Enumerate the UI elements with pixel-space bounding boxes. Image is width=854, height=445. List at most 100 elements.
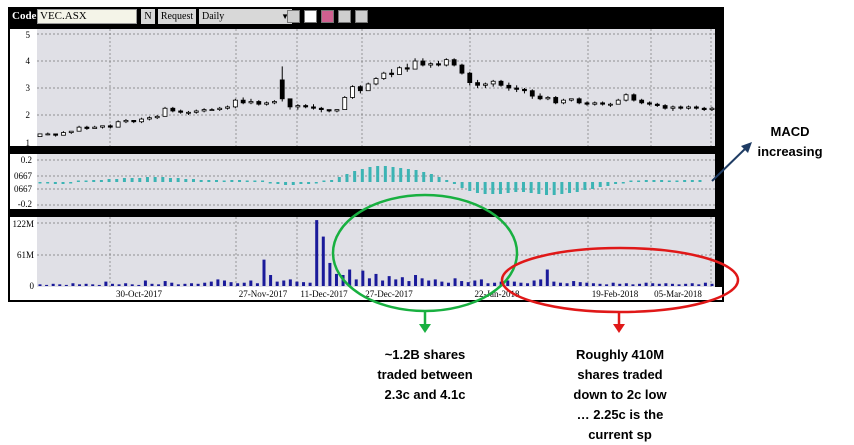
macd-bar [667, 180, 671, 182]
macd-bar [568, 182, 572, 193]
macd-bar [445, 180, 449, 182]
candle-body [342, 97, 348, 110]
xtick-27-dec: 27-Dec-2017 [365, 289, 413, 299]
volume-bar [143, 280, 147, 286]
macd-bar [598, 182, 602, 187]
volume-bar [591, 283, 595, 286]
volume-bar [78, 284, 82, 286]
candle-body [490, 80, 496, 85]
macd-bar [399, 168, 403, 182]
macd-bar [268, 182, 272, 184]
candle-body [576, 98, 582, 104]
volume-bar [222, 280, 226, 286]
red-annotation-line-1: Roughly 410M [575, 347, 665, 362]
volume-bar [644, 282, 648, 286]
volume-bar [618, 283, 622, 286]
macd-bar [199, 180, 203, 182]
volume-bar [446, 282, 450, 286]
candle-body [326, 109, 332, 112]
volume-bar [163, 281, 167, 286]
volume-bar [565, 283, 569, 286]
volume-bar [512, 281, 516, 286]
price-ytick-5: 5 [26, 30, 31, 40]
macd-bar [683, 180, 687, 182]
candle-body [162, 107, 168, 117]
price-ytick-2: 2 [26, 110, 31, 120]
macd-bar [514, 182, 518, 192]
candle-body [248, 101, 254, 104]
macd-bar [207, 180, 211, 182]
candle-body [295, 105, 301, 108]
volume-bar [545, 269, 549, 286]
macd-bar [191, 179, 195, 182]
volume-bar [558, 282, 562, 286]
macd-bar [429, 174, 433, 182]
volume-bar [295, 281, 299, 286]
volume-bar [453, 278, 457, 286]
macd-bar [483, 182, 487, 194]
price-axis-area [10, 29, 37, 146]
macd-bar [153, 177, 157, 182]
volume-bar [690, 283, 694, 286]
volume-bar [703, 282, 707, 286]
volume-bar [552, 281, 556, 286]
candle-body [420, 60, 426, 66]
macd-bar [360, 169, 364, 182]
candle-body [178, 110, 184, 113]
macd-bar [130, 178, 134, 182]
volume-bar [519, 282, 523, 286]
candle-body [350, 86, 355, 98]
macd-annotation-line-1: MACD [770, 124, 810, 139]
macd-ytick-bottom: -0.2 [18, 199, 32, 209]
volume-bar [631, 284, 635, 286]
macd-bar [184, 179, 188, 182]
volume-bar [651, 283, 655, 286]
candle-body [506, 84, 512, 89]
price-panel [37, 29, 715, 146]
red-annotation-line-5: current sp [588, 427, 652, 442]
volume-bar [58, 284, 62, 286]
red-callout-arrow-head [613, 324, 625, 333]
candle-body [459, 64, 465, 74]
macd-bar [583, 182, 587, 190]
xtick-05-mar: 05-Mar-2018 [654, 289, 702, 299]
volume-bar [117, 284, 121, 286]
macd-bar [468, 182, 472, 191]
volume-bar [269, 275, 273, 286]
candle-body [53, 133, 59, 136]
macd-bar [614, 182, 618, 184]
volume-bar [677, 284, 681, 286]
candle-body [631, 94, 637, 101]
macd-ytick-upper: 0667 [14, 171, 33, 181]
volume-bar [473, 280, 477, 286]
candle-body [522, 88, 527, 92]
red-annotation: Roughly 410M shares traded down to 2c lo… [550, 345, 690, 445]
volume-ytick-zero: 0 [30, 281, 35, 291]
macd-bar [506, 182, 510, 193]
candle-body [498, 80, 504, 86]
volume-ytick-top: 122M [12, 219, 34, 229]
volume-bar [466, 282, 470, 286]
volume-bar [190, 283, 194, 286]
candle-body [514, 87, 520, 90]
candle-body [193, 110, 199, 113]
red-annotation-line-4: … 2.25c is the [576, 407, 664, 422]
macd-annotation: MACD increasing [740, 122, 840, 162]
macd-bar [437, 177, 441, 182]
candle-body [662, 105, 668, 109]
candle-body [61, 132, 66, 136]
candle-body [709, 107, 715, 110]
candle-body [154, 115, 160, 119]
macd-bar [46, 182, 50, 184]
candle-body [334, 109, 340, 112]
macd-bar [376, 166, 380, 182]
macd-bar [475, 182, 479, 193]
macd-bar [652, 180, 656, 182]
candle-body [76, 126, 82, 132]
macd-bar [238, 180, 242, 182]
volume-bar [670, 283, 674, 286]
volume-bar [638, 283, 642, 286]
volume-bar [697, 284, 701, 286]
macd-bar [621, 182, 625, 184]
macd-bar [38, 182, 42, 184]
